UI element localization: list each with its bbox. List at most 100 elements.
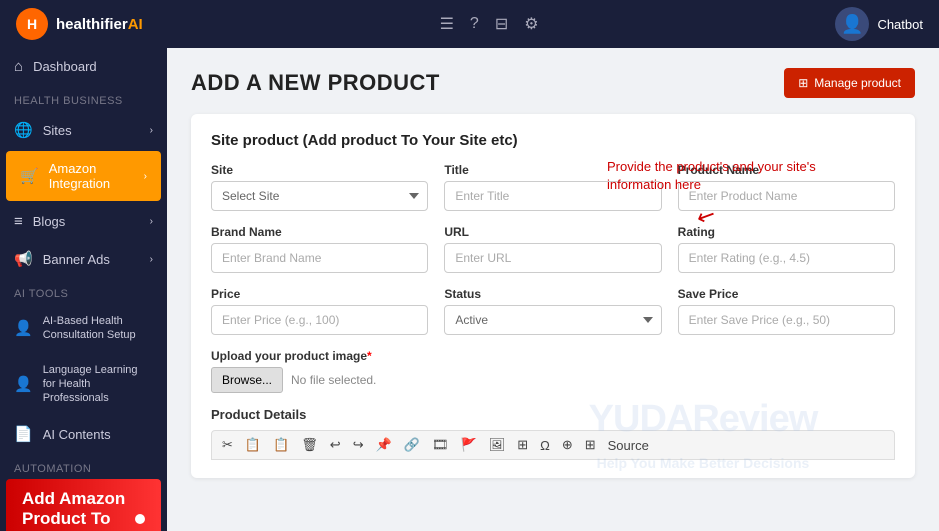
banner-dot — [135, 514, 145, 524]
editor-plus[interactable]: ⊕ — [558, 435, 577, 455]
title-input[interactable] — [444, 181, 661, 211]
file-row: Browse... No file selected. — [211, 367, 895, 393]
add-amazon-banner[interactable]: Add Amazon Product To Your Site — [6, 479, 161, 531]
dashboard-icon: ⌂ — [14, 58, 23, 75]
form-group-brand: Brand Name — [211, 225, 428, 273]
browse-button[interactable]: Browse... — [211, 367, 283, 393]
sidebar-item-sites[interactable]: 🌐 Sites › — [0, 111, 167, 149]
chatbot-label[interactable]: Chatbot — [877, 17, 923, 32]
status-select[interactable]: Active Inactive — [444, 305, 661, 335]
file-name: No file selected. — [291, 373, 376, 387]
sidebar-item-dashboard[interactable]: ⌂ Dashboard — [0, 48, 167, 85]
page-header: ADD A NEW PRODUCT ⊞ Manage product — [191, 68, 915, 98]
sidebar-item-ai-contents[interactable]: 📄 AI Contents — [0, 415, 167, 453]
topbar: H healthifierAI ☰ ? ⊟ ⚙ 👤 Chatbot — [0, 0, 939, 48]
page-title: ADD A NEW PRODUCT — [191, 70, 440, 96]
editor-paste[interactable]: 📋 — [269, 435, 293, 455]
rating-input[interactable] — [678, 243, 895, 273]
manage-icon: ⊞ — [798, 76, 808, 90]
sidebar-item-label: Dashboard — [33, 59, 97, 74]
form-group-status: Status Active Inactive — [444, 287, 661, 335]
main-content: ADD A NEW PRODUCT ⊞ Manage product Site … — [167, 48, 939, 531]
title-label: Title — [444, 163, 661, 177]
app-logo: H healthifierAI — [16, 8, 143, 40]
sidebar-item-label: AI-Based Health Consultation Setup — [43, 314, 153, 343]
topbar-right: 👤 Chatbot — [835, 7, 923, 41]
editor-source[interactable]: Source — [604, 436, 653, 455]
logo-icon: H — [16, 8, 48, 40]
topbar-icons: ☰ ? ⊟ ⚙ — [440, 14, 539, 34]
price-label: Price — [211, 287, 428, 301]
sidebar-section-auto: Automation — [0, 453, 167, 479]
site-select[interactable]: Select Site — [211, 181, 428, 211]
editor-undo[interactable]: ↩ — [326, 435, 345, 455]
product-name-input[interactable] — [678, 181, 895, 211]
editor-link[interactable]: 🔗 — [400, 435, 424, 455]
sidebar-section-ai: AI Tools — [0, 278, 167, 304]
banner-text: Add Amazon Product To Your Site — [22, 489, 127, 531]
editor-delete[interactable]: 🗑 — [297, 435, 322, 455]
site-label: Site — [211, 163, 428, 177]
form-group-price: Price — [211, 287, 428, 335]
form-card-title: Site product (Add product To Your Site e… — [211, 132, 895, 149]
sidebar-item-label: Amazon Integration — [49, 161, 134, 191]
sidebar-item-blogs[interactable]: ≡ Blogs › — [0, 203, 167, 240]
amazon-icon: 🛒 — [20, 167, 39, 185]
editor-table[interactable]: ⊞ — [513, 435, 532, 455]
gift-icon[interactable]: ⚙ — [524, 14, 538, 34]
form-row-2: Brand Name URL Rating — [211, 225, 895, 273]
content-area: ADD A NEW PRODUCT ⊞ Manage product Site … — [167, 48, 939, 531]
form-group-title: Title — [444, 163, 661, 211]
arrow-icon: › — [150, 216, 153, 227]
url-label: URL — [444, 225, 661, 239]
editor-image[interactable]: 🖼 — [485, 435, 510, 455]
brand-label: Brand Name — [211, 225, 428, 239]
banner-ads-icon: 📢 — [14, 250, 33, 268]
lang-icon: 👤 — [14, 375, 33, 393]
ai-health-icon: 👤 — [14, 319, 33, 337]
brand-input[interactable] — [211, 243, 428, 273]
help-icon[interactable]: ? — [470, 15, 479, 33]
save-price-label: Save Price — [678, 287, 895, 301]
editor-anchor[interactable]: 📌 — [372, 435, 396, 455]
product-details-title: Product Details — [211, 407, 895, 422]
sidebar-item-banner-ads[interactable]: 📢 Banner Ads › — [0, 240, 167, 278]
url-input[interactable] — [444, 243, 661, 273]
editor-redo[interactable]: ↪ — [349, 435, 368, 455]
sidebar-item-label: Banner Ads — [43, 252, 110, 267]
save-price-input[interactable] — [678, 305, 895, 335]
product-name-label: Product Name — [678, 163, 895, 177]
form-group-product-name: Product Name — [678, 163, 895, 211]
ai-contents-icon: 📄 — [14, 425, 33, 443]
sidebar-item-label: Language Learning for Health Professiona… — [43, 363, 153, 406]
editor-cut[interactable]: ✂ — [218, 435, 237, 455]
arrow-icon: › — [150, 254, 153, 265]
manage-product-button[interactable]: ⊞ Manage product — [784, 68, 915, 98]
sidebar-item-amazon[interactable]: 🛒 Amazon Integration › — [6, 151, 161, 201]
main-wrapper: Provide the product's and your site's in… — [167, 48, 939, 531]
form-group-url: URL — [444, 225, 661, 273]
editor-flag[interactable]: 🚩 — [457, 435, 481, 455]
sidebar-item-lang-learn[interactable]: 👤 Language Learning for Health Professio… — [0, 353, 167, 416]
sidebar-item-label: Sites — [43, 123, 72, 138]
sidebar-item-label: AI Contents — [43, 427, 111, 442]
grid-icon[interactable]: ⊟ — [495, 14, 508, 34]
upload-label: Upload your product image* — [211, 349, 895, 363]
rating-label: Rating — [678, 225, 895, 239]
price-input[interactable] — [211, 305, 428, 335]
form-row-1: Site Select Site Title Product Name — [211, 163, 895, 211]
editor-media[interactable]: 🎞 — [428, 435, 453, 455]
sidebar-section-health: Health Business — [0, 85, 167, 111]
manage-btn-label: Manage product — [814, 76, 901, 90]
blogs-icon: ≡ — [14, 213, 23, 230]
arrow-icon: › — [144, 171, 147, 182]
menu-icon[interactable]: ☰ — [440, 14, 454, 34]
editor-copy[interactable]: 📋 — [241, 435, 265, 455]
editor-grid[interactable]: ⊞ — [581, 435, 600, 455]
form-group-save-price: Save Price — [678, 287, 895, 335]
editor-special-char[interactable]: Ω — [536, 436, 554, 455]
form-group-rating: Rating — [678, 225, 895, 273]
logo-text: healthifierAI — [56, 16, 143, 33]
arrow-icon: › — [150, 125, 153, 136]
sidebar-item-ai-health[interactable]: 👤 AI-Based Health Consultation Setup — [0, 304, 167, 353]
